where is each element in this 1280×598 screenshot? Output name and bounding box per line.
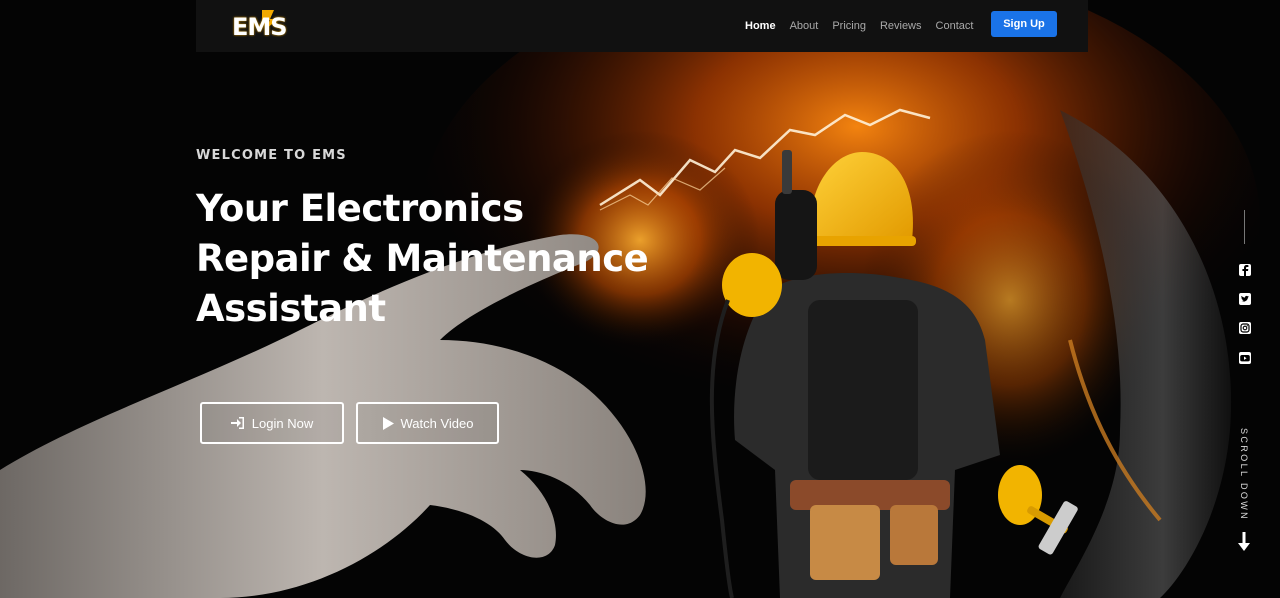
watch-video-button[interactable]: Watch Video <box>356 402 499 444</box>
scroll-down-arrow-icon[interactable] <box>1238 532 1250 552</box>
watch-video-label: Watch Video <box>400 415 474 431</box>
nav-link-reviews[interactable]: Reviews <box>880 20 922 32</box>
youtube-icon[interactable] <box>1239 352 1251 364</box>
nav-link-about[interactable]: About <box>790 20 819 32</box>
nav-menu: Home About Pricing Reviews Contact <box>745 0 987 52</box>
twitter-icon[interactable] <box>1239 293 1251 305</box>
login-now-label: Login Now <box>251 415 314 431</box>
login-now-button[interactable]: Login Now <box>200 402 344 444</box>
headline-line-1: Your Electronics <box>196 187 524 230</box>
navbar: EMS Home About Pricing Reviews Contact S… <box>196 0 1088 52</box>
signup-button[interactable]: Sign Up <box>991 11 1057 37</box>
facebook-icon[interactable] <box>1239 264 1251 276</box>
scroll-down-label-wrap: SCROLL DOWN <box>1236 428 1252 522</box>
nav-link-contact[interactable]: Contact <box>936 20 974 32</box>
nav-link-home[interactable]: Home <box>745 20 776 32</box>
social-divider <box>1244 210 1245 244</box>
hero-headline: Your Electronics Repair & Maintenance As… <box>196 184 716 334</box>
nav-link-pricing[interactable]: Pricing <box>832 20 866 32</box>
scroll-down-label: SCROLL DOWN <box>1239 428 1249 522</box>
headline-line-3: Assistant <box>196 287 386 330</box>
play-icon <box>382 416 394 430</box>
hero-kicker: WELCOME TO EMS <box>196 148 347 163</box>
headline-line-2: Repair & Maintenance <box>196 237 649 280</box>
logo-text: EMS <box>232 13 288 41</box>
sign-in-icon <box>230 417 244 429</box>
brand-logo[interactable]: EMS <box>232 7 298 43</box>
instagram-icon[interactable] <box>1239 322 1251 334</box>
